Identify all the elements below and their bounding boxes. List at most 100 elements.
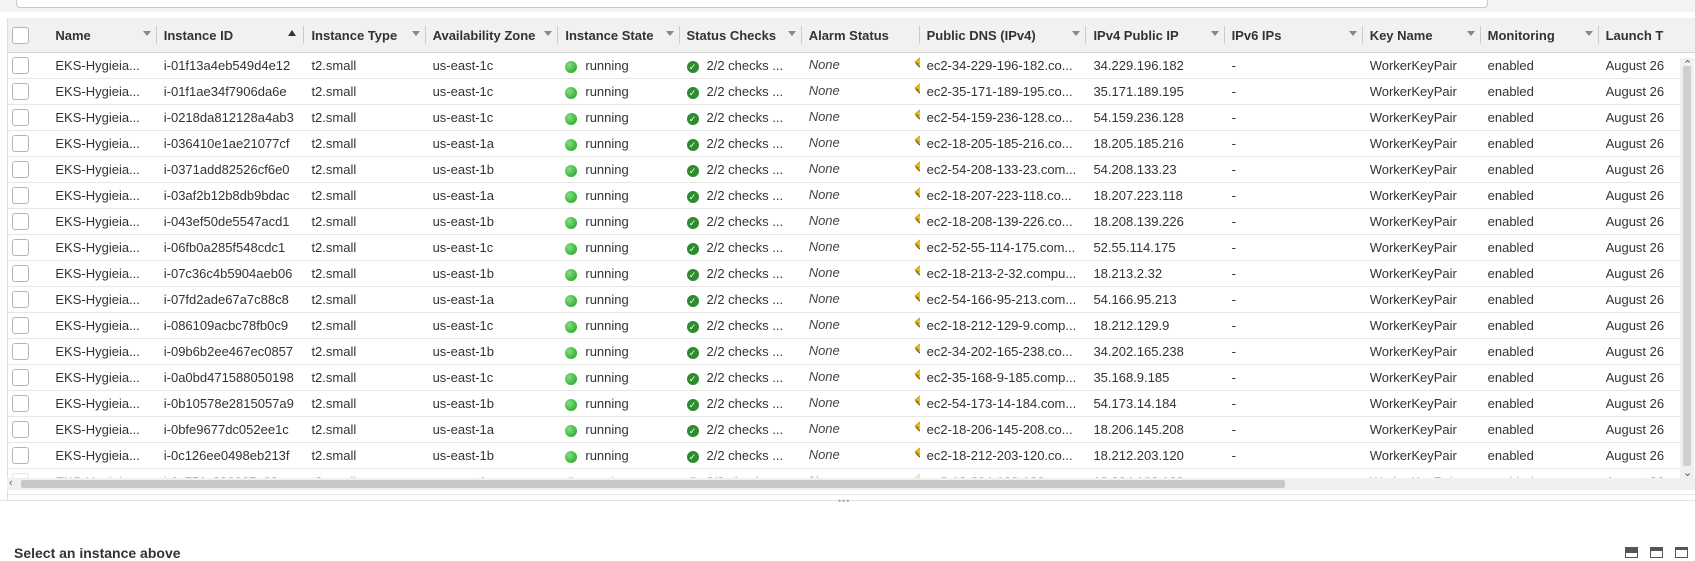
layout-bottom-panel-icon[interactable]	[1625, 547, 1638, 558]
create-alarm-icon[interactable]	[912, 290, 920, 309]
column-header-availability-zone[interactable]: Availability Zone	[425, 18, 559, 53]
column-header-launch-time[interactable]: Launch T	[1598, 18, 1695, 53]
table-row[interactable]: EKS-Hygieia... i-0bfe9677dc052ee1c t2.smal…	[8, 416, 1695, 443]
row-select-cell[interactable]	[8, 312, 49, 339]
create-alarm-icon[interactable]	[912, 394, 920, 413]
select-all-header[interactable]	[8, 18, 49, 53]
vertical-scrollbar[interactable]	[1680, 58, 1694, 478]
create-alarm-icon[interactable]	[912, 368, 920, 387]
create-alarm-icon[interactable]	[912, 212, 920, 231]
table-row[interactable]: EKS-Hygieia... i-01f1ae34f7906da6e t2.smal…	[8, 78, 1695, 105]
chevron-down-icon[interactable]	[1348, 31, 1357, 36]
create-alarm-icon[interactable]	[912, 186, 920, 205]
column-header-monitoring[interactable]: Monitoring	[1480, 18, 1599, 53]
row-select-cell[interactable]	[8, 416, 49, 443]
create-alarm-icon[interactable]	[912, 264, 920, 283]
resize-grip-icon[interactable]: •••	[838, 496, 850, 506]
create-alarm-icon[interactable]	[912, 238, 920, 257]
table-row[interactable]: EKS-Hygieia... i-0b10578e2815057a9 t2.smal…	[8, 390, 1695, 417]
create-alarm-icon[interactable]	[912, 342, 920, 361]
scroll-up-icon[interactable]: ⌃	[1683, 58, 1692, 71]
row-select-cell[interactable]	[8, 52, 49, 79]
create-alarm-icon[interactable]	[912, 316, 920, 335]
chevron-down-icon[interactable]	[1466, 31, 1475, 36]
row-checkbox[interactable]	[12, 109, 29, 127]
create-alarm-icon[interactable]	[912, 82, 920, 101]
row-checkbox[interactable]	[12, 317, 29, 335]
create-alarm-icon[interactable]	[912, 134, 920, 153]
table-row[interactable]: EKS-Hygieia... i-07c36c4b5904aeb06 t2.smal…	[8, 260, 1695, 287]
table-row[interactable]: EKS-Hygieia... i-0371add82526cf6e0 t2.smal…	[8, 156, 1695, 183]
row-checkbox[interactable]	[12, 239, 29, 257]
chevron-down-icon[interactable]	[665, 31, 674, 36]
row-select-cell[interactable]	[8, 260, 49, 287]
row-checkbox[interactable]	[12, 369, 29, 387]
create-alarm-icon[interactable]	[912, 446, 920, 465]
row-select-cell[interactable]	[8, 364, 49, 391]
row-checkbox[interactable]	[12, 447, 29, 465]
row-checkbox[interactable]	[12, 265, 29, 283]
row-select-cell[interactable]	[8, 208, 49, 235]
create-alarm-icon[interactable]	[912, 420, 920, 439]
row-select-cell[interactable]	[8, 130, 49, 157]
row-checkbox[interactable]	[12, 187, 29, 205]
column-header-alarm-status[interactable]: Alarm Status	[801, 18, 920, 53]
row-checkbox[interactable]	[12, 421, 29, 439]
row-select-cell[interactable]	[8, 156, 49, 183]
chevron-down-icon[interactable]	[787, 31, 796, 36]
column-header-instance-state[interactable]: Instance State	[558, 18, 680, 53]
create-alarm-icon[interactable]	[912, 56, 920, 75]
chevron-down-icon[interactable]	[411, 31, 420, 36]
row-checkbox[interactable]	[12, 343, 29, 361]
table-row[interactable]: EKS-Hygieia... i-09b6b2ee467ec0857 t2.smal…	[8, 338, 1695, 365]
column-header-instance-type[interactable]: Instance Type	[304, 18, 426, 53]
table-row[interactable]: EKS-Hygieia... i-0c126ee0498eb213f t2.smal…	[8, 442, 1695, 469]
chevron-down-icon[interactable]	[1072, 31, 1081, 36]
select-all-checkbox[interactable]	[12, 26, 29, 44]
chevron-down-icon[interactable]	[544, 31, 553, 36]
row-checkbox[interactable]	[12, 57, 29, 75]
row-select-cell[interactable]	[8, 286, 49, 313]
table-row[interactable]: EKS-Hygieia... i-043ef50de5547acd1 t2.smal…	[8, 208, 1695, 235]
table-row[interactable]: EKS-Hygieia... i-036410e1ae21077cf t2.smal…	[8, 130, 1695, 157]
chevron-down-icon[interactable]	[142, 31, 151, 36]
row-select-cell[interactable]	[8, 338, 49, 365]
search-input[interactable]	[16, 0, 1488, 8]
horizontal-scrollbar[interactable]: ‹	[7, 477, 1695, 490]
horizontal-scroll-thumb[interactable]	[21, 480, 1285, 488]
column-header-key-name[interactable]: Key Name	[1362, 18, 1481, 53]
table-row[interactable]: EKS-Hygieia... i-0218da812128a4ab3 t2.smal…	[8, 104, 1695, 131]
row-select-cell[interactable]	[8, 390, 49, 417]
vertical-scroll-thumb[interactable]	[1683, 66, 1691, 466]
column-header-status-checks[interactable]: Status Checks	[679, 18, 802, 53]
row-select-cell[interactable]	[8, 442, 49, 469]
chevron-down-icon[interactable]	[1210, 31, 1219, 36]
layout-split-panel-icon[interactable]	[1650, 547, 1663, 558]
table-row[interactable]: EKS-Hygieia... i-06fb0a285f548cdc1 t2.smal…	[8, 234, 1695, 261]
scroll-left-icon[interactable]: ‹	[9, 477, 13, 489]
table-row[interactable]: EKS-Hygieia... i-086109acbc78fb0c9 t2.smal…	[8, 312, 1695, 339]
column-header-instance-id[interactable]: Instance ID	[156, 18, 305, 53]
column-header-ipv4-public-ip[interactable]: IPv4 Public IP	[1086, 18, 1225, 53]
table-row[interactable]: EKS-Hygieia... i-0a0bd471588050198 t2.smal…	[8, 364, 1695, 391]
row-checkbox[interactable]	[12, 213, 29, 231]
row-checkbox[interactable]	[12, 83, 29, 101]
row-select-cell[interactable]	[8, 234, 49, 261]
row-checkbox[interactable]	[12, 135, 29, 153]
table-row[interactable]: EKS-Hygieia... i-03af2b12b8db9bdac t2.smal…	[8, 182, 1695, 209]
row-checkbox[interactable]	[12, 291, 29, 309]
row-checkbox[interactable]	[12, 395, 29, 413]
layout-side-panel-icon[interactable]	[1675, 547, 1688, 558]
sort-ascending-icon[interactable]	[288, 30, 297, 36]
row-select-cell[interactable]	[8, 78, 49, 105]
table-row[interactable]: EKS-Hygieia... i-07fd2ade67a7c88c8 t2.smal…	[8, 286, 1695, 313]
chevron-down-icon[interactable]	[1584, 31, 1593, 36]
column-header-ipv6-ips[interactable]: IPv6 IPs	[1224, 18, 1363, 53]
row-select-cell[interactable]	[8, 182, 49, 209]
column-header-name[interactable]: Name	[48, 18, 157, 53]
column-header-public-dns[interactable]: Public DNS (IPv4)	[919, 18, 1087, 53]
create-alarm-icon[interactable]	[912, 160, 920, 179]
row-select-cell[interactable]	[8, 104, 49, 131]
row-checkbox[interactable]	[12, 161, 29, 179]
create-alarm-icon[interactable]	[912, 108, 920, 127]
